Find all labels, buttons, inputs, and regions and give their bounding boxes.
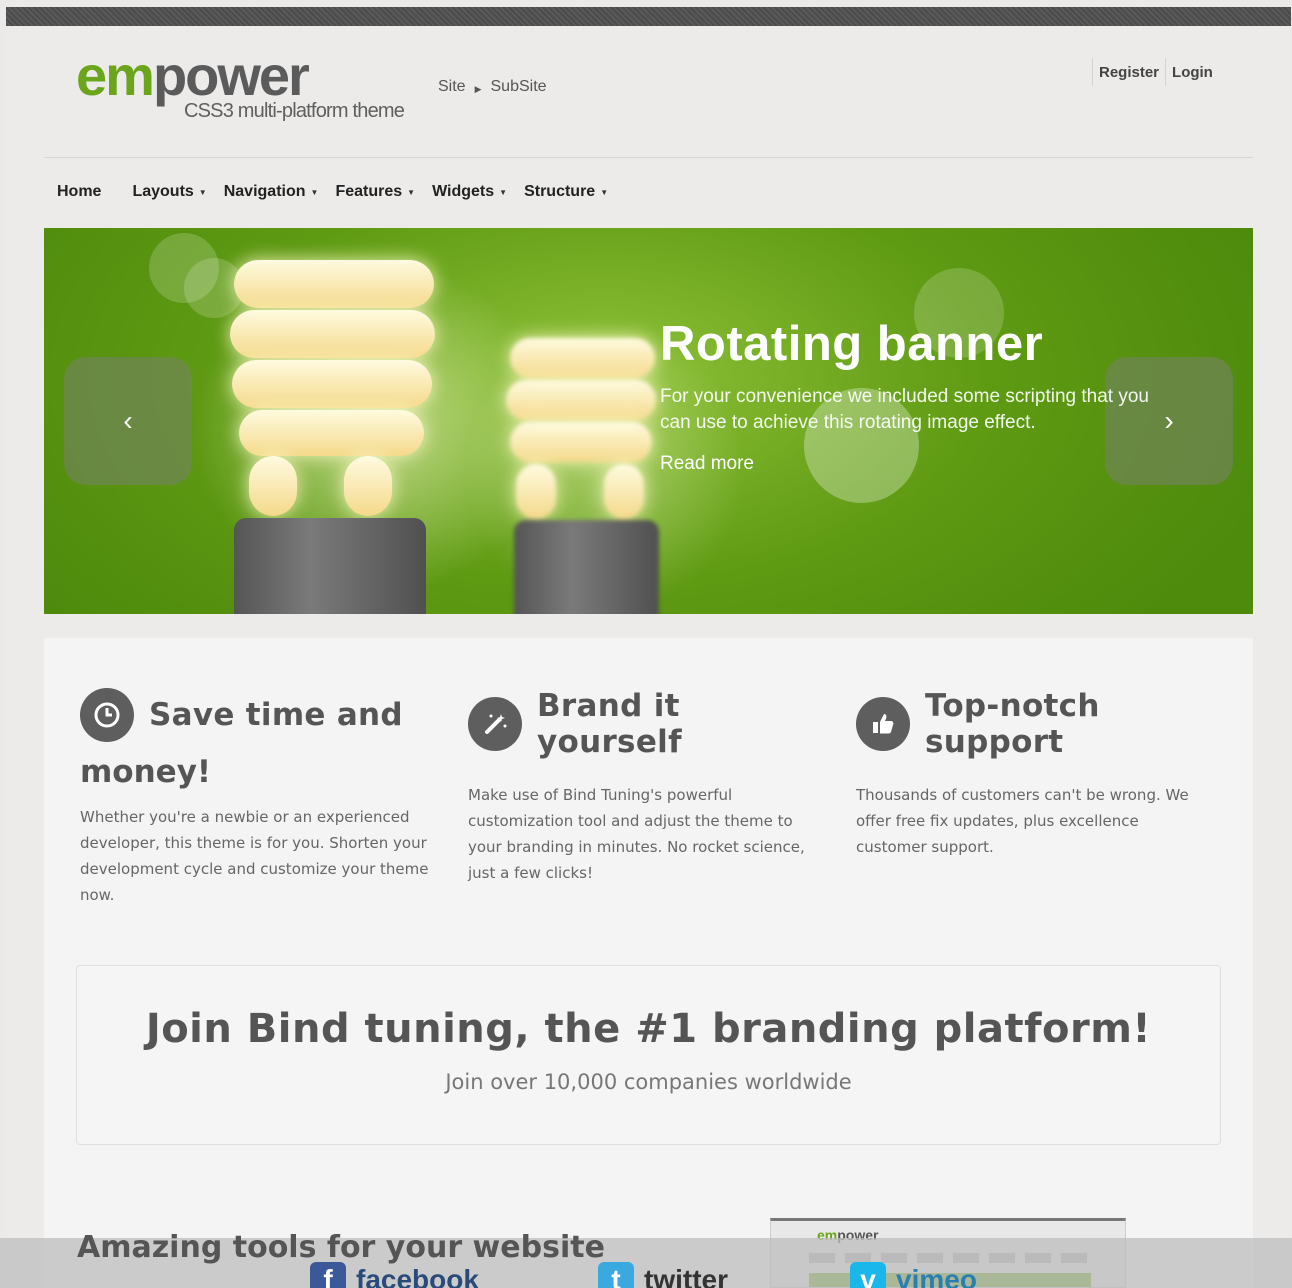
caret-down-icon: ▼ xyxy=(600,187,609,197)
tools-heading: Amazing tools for your website xyxy=(77,1230,605,1265)
feature-title: Save time and xyxy=(149,697,403,733)
nav-item-widgets[interactable]: Widgets ▼ xyxy=(432,183,507,201)
join-callout: Join Bind tuning, the #1 branding platfo… xyxy=(76,965,1221,1145)
breadcrumb: Site ▶ SubSite xyxy=(438,78,547,96)
breadcrumb-site[interactable]: Site xyxy=(438,78,466,96)
facebook-link[interactable]: f facebook xyxy=(310,1262,479,1288)
feature-text: Thousands of customers can't be wrong. W… xyxy=(856,786,1189,856)
nav-item-layouts[interactable]: Layouts ▼ xyxy=(132,183,206,201)
site-tagline: CSS3 multi-platform theme xyxy=(184,100,405,122)
breadcrumb-subsite[interactable]: SubSite xyxy=(491,78,547,96)
main-nav: Home Layouts ▼ Navigation ▼ Features ▼ Widg… xyxy=(57,183,625,201)
site-logo[interactable]: empower xyxy=(76,46,310,106)
caret-down-icon: ▼ xyxy=(198,187,207,197)
nav-item-features[interactable]: Features ▼ xyxy=(335,183,415,201)
register-link[interactable]: Register xyxy=(1093,64,1165,81)
twitter-icon: t xyxy=(598,1262,634,1288)
join-title: Join Bind tuning, the #1 branding platfo… xyxy=(145,1006,1152,1052)
top-bar xyxy=(6,7,1291,26)
feature-title: Brand it yourself xyxy=(537,688,682,760)
thumbs-up-icon xyxy=(856,697,910,751)
caret-down-icon: ▼ xyxy=(310,187,319,197)
feature-title: Top-notch support xyxy=(925,688,1100,760)
twitter-link[interactable]: t twitter xyxy=(598,1262,728,1288)
clock-icon xyxy=(80,688,134,742)
feature-save-time: Save time and money! Whether you're a ne… xyxy=(80,688,440,908)
join-subtitle: Join over 10,000 companies worldwide xyxy=(445,1070,852,1094)
auth-links: Register Login xyxy=(1092,58,1219,86)
nav-item-navigation[interactable]: Navigation ▼ xyxy=(224,183,319,201)
breadcrumb-separator-icon: ▶ xyxy=(474,83,482,94)
feature-text: Make use of Bind Tuning's powerful custo… xyxy=(468,786,805,882)
chevron-left-icon: ‹ xyxy=(123,405,133,436)
banner-text: For your convenience we included some sc… xyxy=(660,386,1149,433)
magic-wand-icon xyxy=(468,697,522,751)
header-divider xyxy=(44,157,1253,158)
banner-title: Rotating banner xyxy=(660,317,1044,371)
banner-prev-button[interactable]: ‹ xyxy=(64,357,192,485)
page: empower CSS3 multi-platform theme Site ▶… xyxy=(6,26,1291,1288)
feature-support: Top-notch support Thousands of customers… xyxy=(856,688,1216,860)
caret-down-icon: ▼ xyxy=(407,187,416,197)
feature-text: Whether you're a newbie or an experience… xyxy=(80,808,429,904)
login-link[interactable]: Login xyxy=(1166,64,1219,81)
content-card: Save time and money! Whether you're a ne… xyxy=(44,638,1253,1288)
rotating-banner: ‹ › Rotating banner For your convenience… xyxy=(44,228,1253,614)
feature-title-continued: money! xyxy=(80,754,212,790)
facebook-icon: f xyxy=(310,1262,346,1288)
nav-item-home[interactable]: Home xyxy=(57,183,101,201)
feature-brand-it: Brand it yourself Make use of Bind Tunin… xyxy=(468,688,828,886)
vimeo-link[interactable]: v vimeo xyxy=(850,1262,977,1288)
banner-read-more-link[interactable]: Read more xyxy=(660,453,754,475)
caret-down-icon: ▼ xyxy=(499,187,508,197)
vimeo-icon: v xyxy=(850,1262,886,1288)
nav-item-structure[interactable]: Structure ▼ xyxy=(524,183,608,201)
